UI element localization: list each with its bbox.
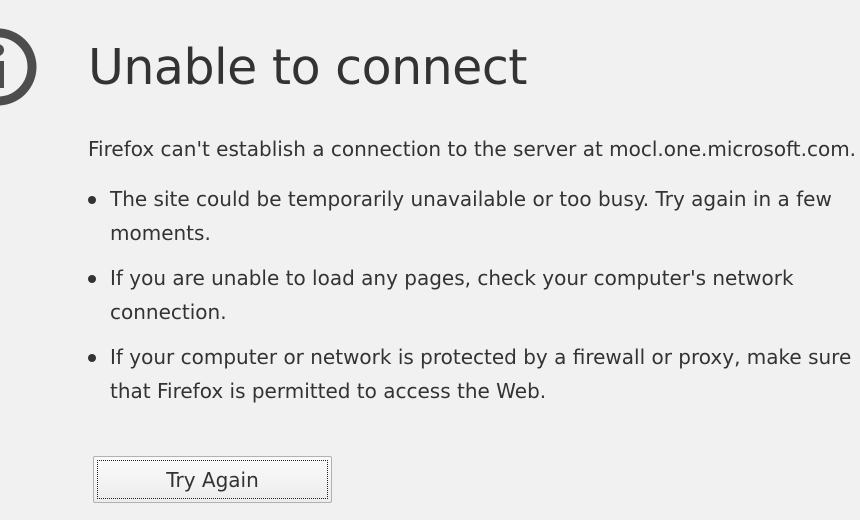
error-content: Unable to connect Firefox can't establis…	[88, 32, 860, 419]
bullet-icon	[88, 354, 96, 362]
try-again-label: Try Again	[97, 460, 328, 499]
error-description: Firefox can't establish a connection to …	[88, 137, 857, 161]
try-again-button[interactable]: Try Again	[93, 456, 332, 503]
reason-text: If your computer or network is protected…	[110, 345, 852, 403]
reason-list: The site could be temporarily unavailabl…	[88, 182, 860, 408]
page-title: Unable to connect	[88, 39, 527, 96]
info-icon	[0, 28, 37, 106]
bullet-icon	[88, 275, 96, 283]
list-item: If you are unable to load any pages, che…	[88, 261, 860, 329]
list-item: If your computer or network is protected…	[88, 340, 860, 408]
bullet-icon	[88, 196, 96, 204]
reason-text: The site could be temporarily unavailabl…	[110, 187, 832, 245]
reason-text: If you are unable to load any pages, che…	[110, 266, 794, 324]
list-item: The site could be temporarily unavailabl…	[88, 182, 860, 250]
error-page: Unable to connect Firefox can't establis…	[0, 0, 860, 520]
